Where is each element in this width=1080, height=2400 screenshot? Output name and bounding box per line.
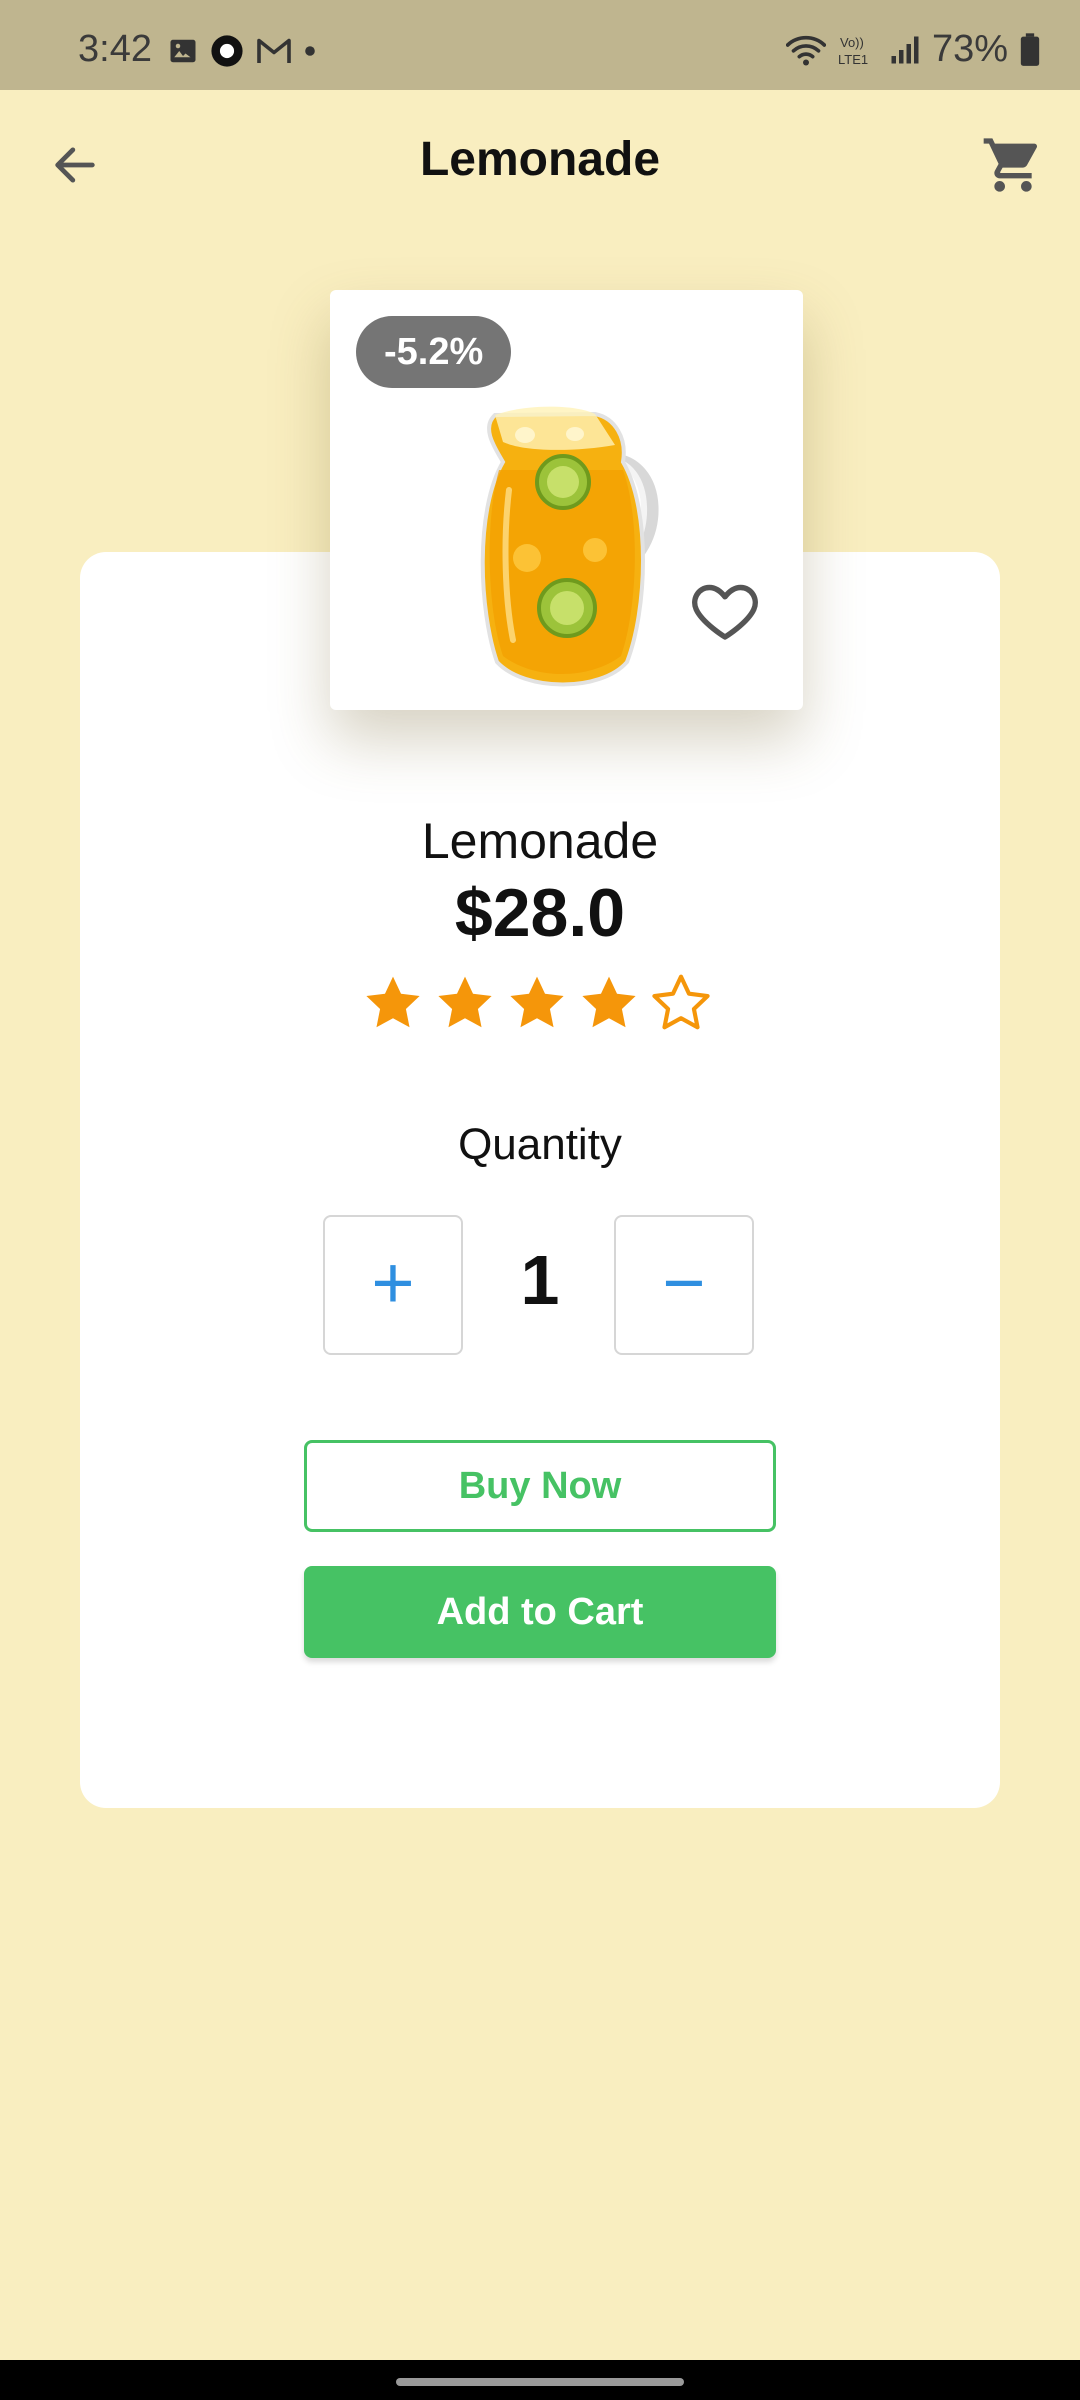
product-image-card: -5.2%	[330, 290, 803, 710]
app-icon	[211, 35, 243, 67]
discount-badge: -5.2%	[356, 316, 512, 388]
wifi-icon	[785, 35, 826, 65]
status-time: 3:42	[78, 28, 152, 70]
status-right: Vo)) LTE1 73%	[785, 28, 1040, 71]
battery-percent: 73%	[931, 28, 1008, 70]
quantity-value: 1	[520, 1241, 560, 1319]
battery-icon	[1020, 32, 1040, 66]
notification-icons	[168, 34, 316, 68]
lemonade-pitcher-image	[480, 406, 659, 687]
favorite-button[interactable]	[685, 570, 765, 650]
star-empty-icon	[652, 974, 710, 1030]
signal-icon	[891, 36, 919, 63]
app-bar: Lemonade	[0, 90, 1080, 240]
product-name: Lemonade	[421, 813, 659, 869]
increase-quantity-button[interactable]: +	[323, 1215, 463, 1355]
star-filled-icon	[510, 976, 564, 1028]
heart-outline-icon	[692, 584, 758, 640]
shopping-cart-icon	[983, 138, 1038, 192]
page-title: Lemonade	[419, 133, 661, 186]
product-price: $28.0	[454, 875, 626, 951]
status-bar: 3:42 Vo)) LTE1 73%	[0, 0, 1080, 90]
gmail-icon	[257, 38, 291, 63]
star-filled-icon	[438, 976, 492, 1028]
cart-button[interactable]	[976, 128, 1050, 202]
add-to-cart-button[interactable]: Add to Cart	[304, 1566, 776, 1658]
buy-now-button[interactable]: Buy Now	[304, 1440, 776, 1532]
system-nav-bar	[0, 2360, 1080, 2400]
home-handle[interactable]	[396, 2378, 684, 2386]
svg-text:Vo)): Vo))	[840, 35, 864, 50]
star-filled-icon	[366, 976, 420, 1028]
dot-icon	[305, 46, 315, 56]
star-filled-icon	[582, 976, 636, 1028]
gallery-icon	[170, 39, 196, 63]
decrease-quantity-button[interactable]: −	[614, 1215, 754, 1355]
star-rating	[362, 972, 712, 1034]
volte-lte-icon: Vo)) LTE1	[838, 35, 868, 67]
svg-text:LTE1: LTE1	[838, 52, 868, 67]
quantity-label: Quantity	[458, 1120, 622, 1169]
